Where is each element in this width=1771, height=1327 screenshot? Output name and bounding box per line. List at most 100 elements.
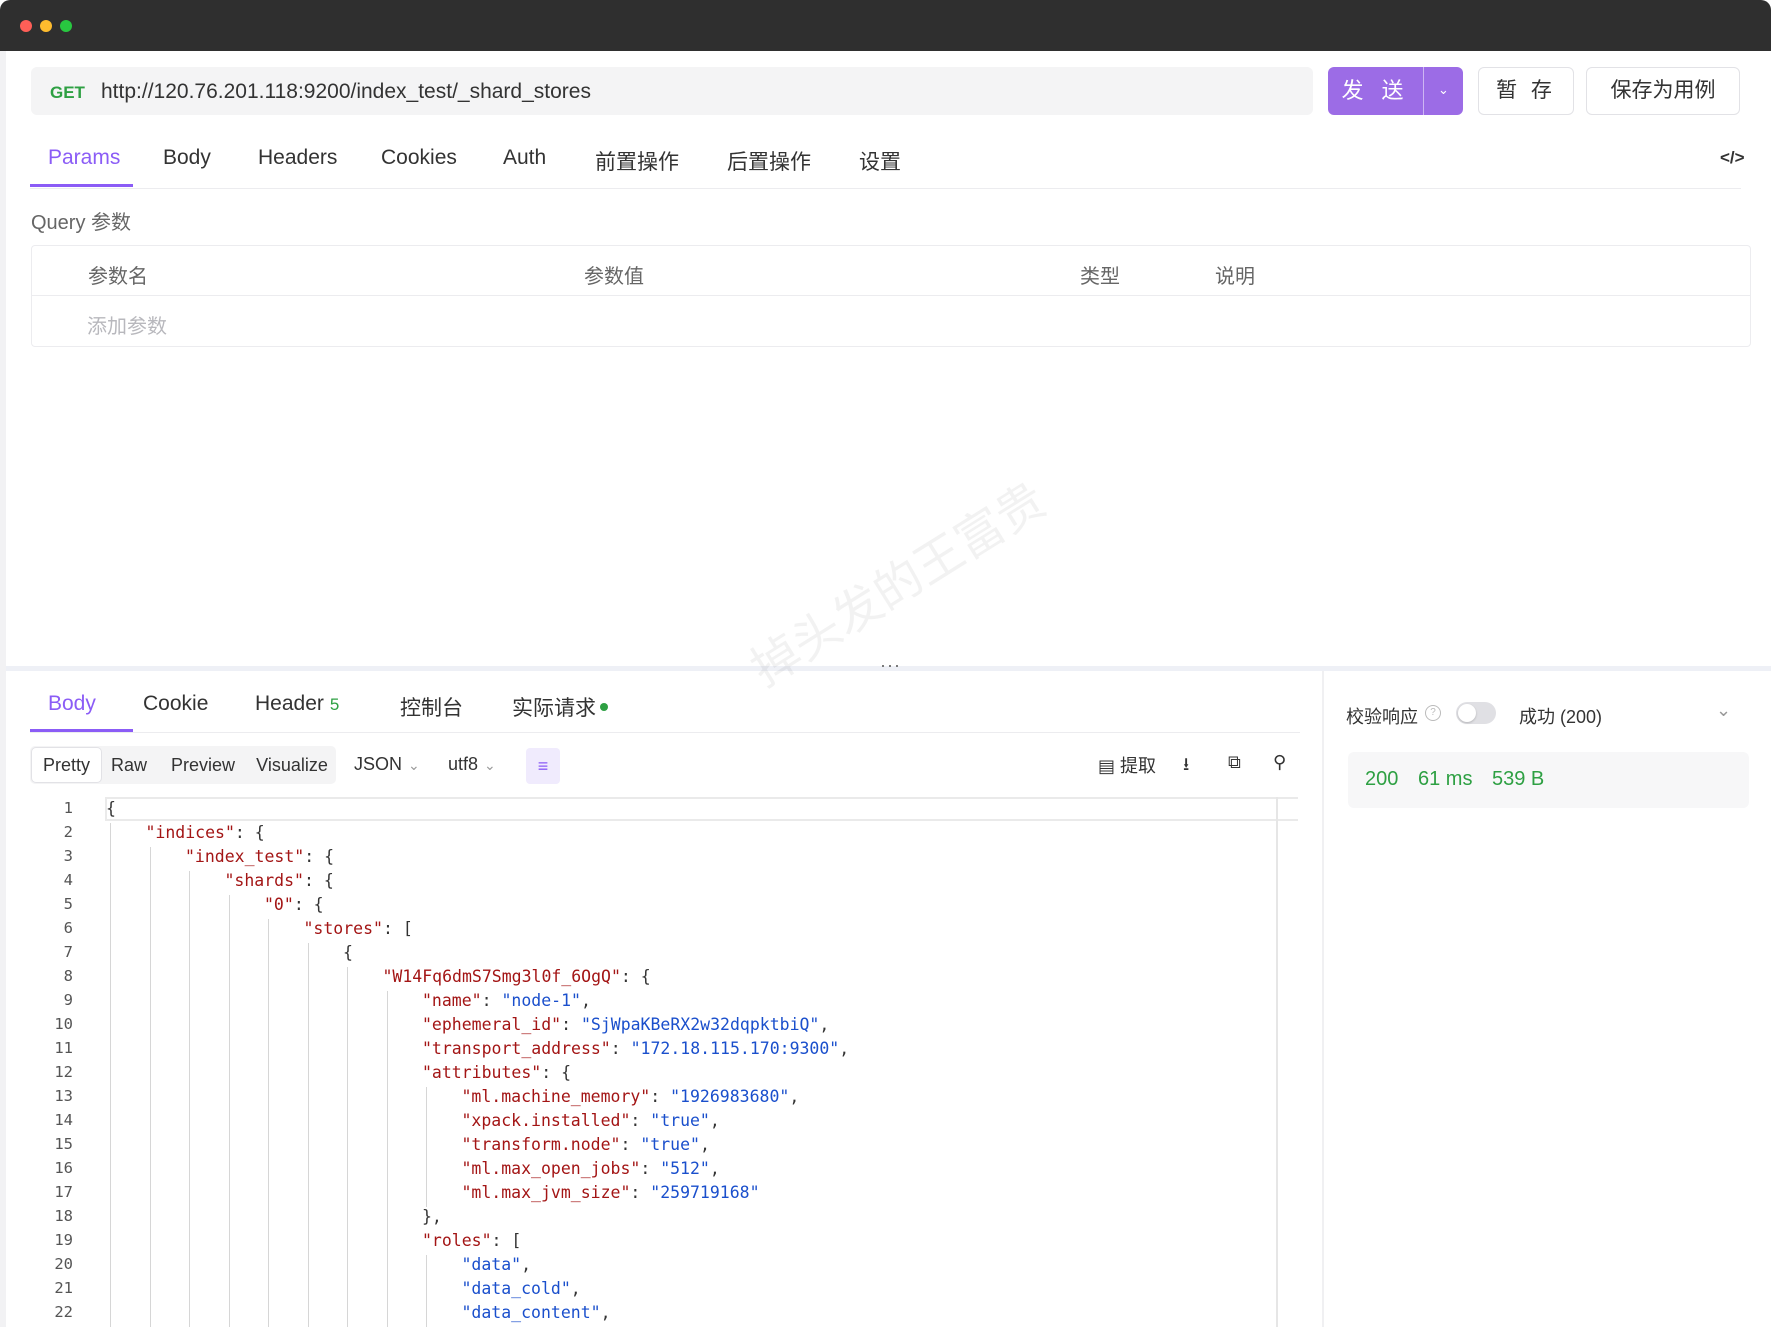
code-punctuation: : — [650, 1087, 671, 1106]
chevron-down-icon[interactable]: ⌄ — [1716, 700, 1731, 721]
json-value: "172.18.115.170:9300" — [630, 1039, 840, 1058]
tab-auth[interactable]: Auth — [503, 146, 546, 170]
line-number: 2 — [63, 823, 73, 841]
tab-response-body[interactable]: Body — [48, 692, 96, 716]
help-icon[interactable]: ? — [1425, 705, 1441, 721]
save-draft-button[interactable]: 暂 存 — [1478, 67, 1574, 115]
maximize-window-button[interactable] — [60, 20, 72, 32]
tab-pre-operations[interactable]: 前置操作 — [595, 146, 679, 176]
add-param-input[interactable]: 添加参数 — [87, 310, 167, 339]
save-as-case-button[interactable]: 保存为用例 — [1586, 67, 1740, 115]
tab-cookies[interactable]: Cookies — [381, 146, 457, 170]
editor-scrollbar[interactable] — [1276, 797, 1278, 1327]
indent-guide — [268, 919, 269, 1327]
code-punctuation: , — [600, 1303, 611, 1322]
tab-actual-request[interactable]: 实际请求 — [512, 692, 608, 722]
code-punctuation: : [ — [491, 1231, 522, 1250]
json-key: "shards" — [224, 871, 304, 890]
view-raw-button[interactable]: Raw — [106, 746, 152, 784]
validate-response-label: 校验响应 — [1346, 707, 1418, 727]
view-pretty-button[interactable]: Pretty — [31, 747, 102, 783]
line-number: 3 — [63, 847, 73, 865]
tab-console[interactable]: 控制台 — [400, 692, 463, 722]
code-line: { — [106, 799, 116, 818]
code-punctuation: , — [570, 1279, 581, 1298]
request-tabs: Params Body Headers Cookies Auth 前置操作 后置… — [30, 126, 1741, 189]
tab-response-cookie[interactable]: Cookie — [143, 692, 208, 716]
code-punctuation: : — [481, 991, 502, 1010]
code-icon[interactable]: </> — [1720, 148, 1745, 168]
json-key: "ml.max_jvm_size" — [461, 1183, 631, 1202]
code-line: "data_content", — [462, 1303, 611, 1322]
indent-guide — [149, 847, 151, 1327]
copy-icon[interactable]: ⧉ — [1228, 752, 1241, 773]
wrap-lines-icon[interactable]: ≡ — [526, 748, 560, 784]
code-punctuation: , — [580, 991, 591, 1010]
minimize-window-button[interactable] — [40, 20, 52, 32]
code-punctuation: , — [521, 1255, 532, 1274]
response-body-editor[interactable]: 1{2 "indices": {3 "index_test": {4 "shards"… — [30, 797, 1298, 1327]
query-params-title: Query 参数 — [31, 212, 132, 234]
http-method[interactable]: GET — [50, 83, 85, 103]
line-number: 18 — [54, 1207, 73, 1225]
view-preview-button[interactable]: Preview — [162, 746, 244, 784]
send-button-label[interactable]: 发 送 — [1328, 67, 1423, 115]
encoding-select[interactable]: utf8 ⌄ — [448, 754, 496, 775]
tab-actual-request-label: 实际请求 — [512, 697, 596, 720]
line-number: 4 — [63, 871, 73, 889]
code-line: }, — [422, 1207, 442, 1226]
code-line: "shards": { — [225, 871, 334, 890]
tab-response-header[interactable]: Header 5 — [255, 692, 339, 716]
json-value: "true" — [650, 1111, 710, 1130]
code-punctuation: , — [709, 1159, 720, 1178]
code-punctuation: : [ — [382, 919, 413, 938]
line-number: 11 — [54, 1039, 73, 1057]
code-line: "ml.machine_memory": "1926983680", — [462, 1087, 800, 1106]
indent-guide — [426, 1087, 427, 1207]
code-line: "ml.max_jvm_size": "259719168" — [462, 1183, 760, 1202]
url-bar[interactable]: GET http://120.76.201.118:9200/index_tes… — [31, 67, 1313, 115]
tab-params[interactable]: Params — [48, 146, 120, 170]
code-punctuation: : — [561, 1015, 581, 1034]
json-key: "name" — [422, 991, 482, 1010]
code-punctuation: : — [630, 1183, 651, 1202]
format-select[interactable]: JSON ⌄ — [354, 754, 420, 775]
close-window-button[interactable] — [20, 20, 32, 32]
view-visualize-button[interactable]: Visualize — [249, 746, 335, 784]
response-status-select[interactable]: 成功 (200) — [1519, 703, 1602, 729]
download-icon[interactable]: ⭳ — [1183, 752, 1189, 782]
json-key: "ml.max_open_jobs" — [461, 1159, 641, 1178]
json-key: "ml.machine_memory" — [461, 1087, 651, 1106]
chevron-down-icon[interactable]: ⌄ — [1424, 67, 1463, 115]
extract-label: 提取 — [1120, 756, 1157, 776]
search-icon[interactable]: ⚲ — [1273, 752, 1286, 773]
url-input[interactable]: http://120.76.201.118:9200/index_test/_s… — [101, 80, 591, 104]
active-tab-indicator — [30, 184, 133, 187]
params-table-header: 参数名 参数值 类型 说明 — [32, 246, 1750, 296]
code-line: "data_cold", — [462, 1279, 581, 1298]
code-line: "ephemeral_id": "SjWpaKBeRX2w32dqpktbiQ"… — [422, 1015, 829, 1034]
tab-settings[interactable]: 设置 — [859, 146, 901, 176]
code-line: "0": { — [264, 895, 324, 914]
header-count-badge: 5 — [329, 695, 340, 714]
tab-body[interactable]: Body — [163, 146, 211, 170]
tab-post-operations[interactable]: 后置操作 — [727, 146, 811, 176]
json-key: "indices" — [145, 823, 235, 842]
json-value: "259719168" — [650, 1183, 760, 1202]
tab-headers[interactable]: Headers — [258, 146, 337, 170]
line-number: 12 — [54, 1063, 73, 1081]
json-key: "W14Fq6dmS7Smg3l0f_6OgQ" — [382, 967, 621, 986]
code-line: "data", — [462, 1255, 532, 1274]
indent-guide — [189, 871, 190, 1327]
json-value: "data" — [461, 1255, 522, 1274]
validate-response-toggle[interactable] — [1456, 702, 1496, 724]
line-number: 10 — [54, 1015, 73, 1033]
code-line: "attributes": { — [422, 1063, 571, 1082]
send-button[interactable]: 发 送 ⌄ — [1328, 67, 1463, 115]
encoding-select-value: utf8 — [448, 754, 479, 774]
code-punctuation: : { — [541, 1063, 572, 1082]
code-line: "name": "node-1", — [422, 991, 591, 1010]
line-number: 13 — [54, 1087, 73, 1105]
extract-button[interactable]: ▤ 提取 — [1098, 752, 1156, 778]
code-line: "ml.max_open_jobs": "512", — [462, 1159, 720, 1178]
